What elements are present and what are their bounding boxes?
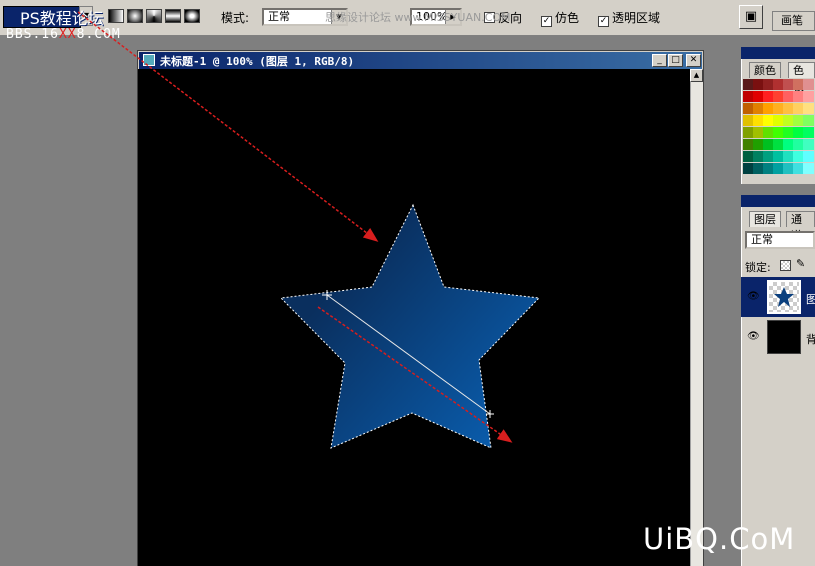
maximize-icon[interactable]: □ bbox=[668, 54, 683, 67]
watermark-middle: 思缘设计论坛 www.MISSYUAN.COM bbox=[325, 11, 511, 24]
layer-1-name: 图 bbox=[806, 293, 815, 306]
dither-label: 仿色 bbox=[555, 11, 580, 25]
minimize-icon[interactable]: _ bbox=[652, 54, 667, 67]
canvas-art bbox=[279, 203, 541, 449]
lock-paint-icon[interactable]: ✎ bbox=[796, 257, 805, 270]
mode-label: 模式: bbox=[221, 11, 250, 25]
layer-bg-thumbnail[interactable] bbox=[767, 320, 801, 354]
tab-color[interactable]: 颜色 bbox=[749, 62, 781, 78]
watermark-bbs-mid: XX bbox=[58, 27, 77, 42]
color-swatch[interactable] bbox=[803, 127, 814, 138]
tab-swatches[interactable]: 色板 bbox=[788, 62, 815, 93]
lock-label: 锁定: bbox=[745, 261, 771, 274]
layer-1-thumbnail[interactable] bbox=[767, 280, 801, 314]
dither-checkbox[interactable]: ✓ 仿色 bbox=[541, 9, 579, 27]
dither-check-icon[interactable]: ✓ bbox=[541, 16, 552, 27]
watermark-bbs: BBS.16XX8.COM bbox=[6, 27, 121, 42]
watermark-bottom: UiBQ.CoM bbox=[643, 522, 796, 556]
scroll-up-icon[interactable]: ▲ bbox=[690, 69, 703, 82]
watermark-top: PS教程论坛 bbox=[20, 9, 104, 28]
document-title: 未标题-1 @ 100% (图层 1, RGB/8) bbox=[160, 55, 355, 68]
transparency-checkbox[interactable]: ✓ 透明区域 bbox=[598, 9, 660, 27]
file-browser-icon[interactable]: ▣ bbox=[739, 5, 763, 29]
transparency-label: 透明区域 bbox=[612, 11, 661, 25]
crosshair-end-icon bbox=[486, 410, 494, 418]
tab-layers[interactable]: 图层 bbox=[749, 211, 781, 227]
tab-channels[interactable]: 通道 bbox=[786, 211, 815, 242]
color-swatch[interactable] bbox=[803, 103, 814, 114]
layer-1-star-icon bbox=[774, 287, 794, 307]
layer-bg-name: 背 bbox=[806, 333, 815, 346]
brushes-tab-label: 画笔 bbox=[781, 14, 803, 27]
document-icon bbox=[143, 54, 155, 66]
transparency-check-icon[interactable]: ✓ bbox=[598, 16, 609, 27]
color-swatch[interactable] bbox=[803, 139, 814, 150]
reflected-gradient-icon[interactable] bbox=[165, 9, 181, 23]
diamond-gradient-icon[interactable] bbox=[184, 9, 200, 23]
layer-1-eye-icon[interactable]: 👁 bbox=[747, 292, 760, 302]
lock-transparency-icon[interactable] bbox=[780, 260, 791, 271]
color-panel-titlebar[interactable] bbox=[741, 47, 815, 59]
vertical-scrollbar[interactable] bbox=[690, 69, 703, 566]
color-swatch[interactable] bbox=[803, 91, 814, 102]
swatch-grid bbox=[743, 79, 815, 179]
color-swatch[interactable] bbox=[803, 163, 814, 174]
layer-blend-mode-select[interactable]: 正常 bbox=[745, 231, 815, 249]
close-icon[interactable]: ✕ bbox=[686, 54, 701, 67]
tab-color-label: 颜色 bbox=[754, 64, 776, 77]
layers-panel-titlebar[interactable] bbox=[741, 195, 815, 207]
linear-gradient-icon[interactable] bbox=[108, 9, 124, 23]
canvas[interactable] bbox=[138, 69, 690, 566]
mode-value: 正常 bbox=[268, 10, 290, 23]
star-shape bbox=[279, 203, 541, 449]
layer-blend-mode-value: 正常 bbox=[751, 233, 773, 246]
tab-layers-label: 图层 bbox=[754, 213, 776, 226]
layer-bg-eye-icon[interactable]: 👁 bbox=[747, 332, 760, 342]
radial-gradient-icon[interactable] bbox=[127, 9, 143, 23]
brushes-tab[interactable]: 画笔 bbox=[772, 11, 815, 31]
watermark-bbs-prefix: BBS.16 bbox=[6, 27, 59, 42]
angle-gradient-icon[interactable] bbox=[146, 9, 162, 23]
color-swatch[interactable] bbox=[803, 151, 814, 162]
color-swatch[interactable] bbox=[803, 79, 814, 90]
color-swatch[interactable] bbox=[803, 115, 814, 126]
watermark-bbs-suffix: 8.COM bbox=[76, 27, 121, 42]
